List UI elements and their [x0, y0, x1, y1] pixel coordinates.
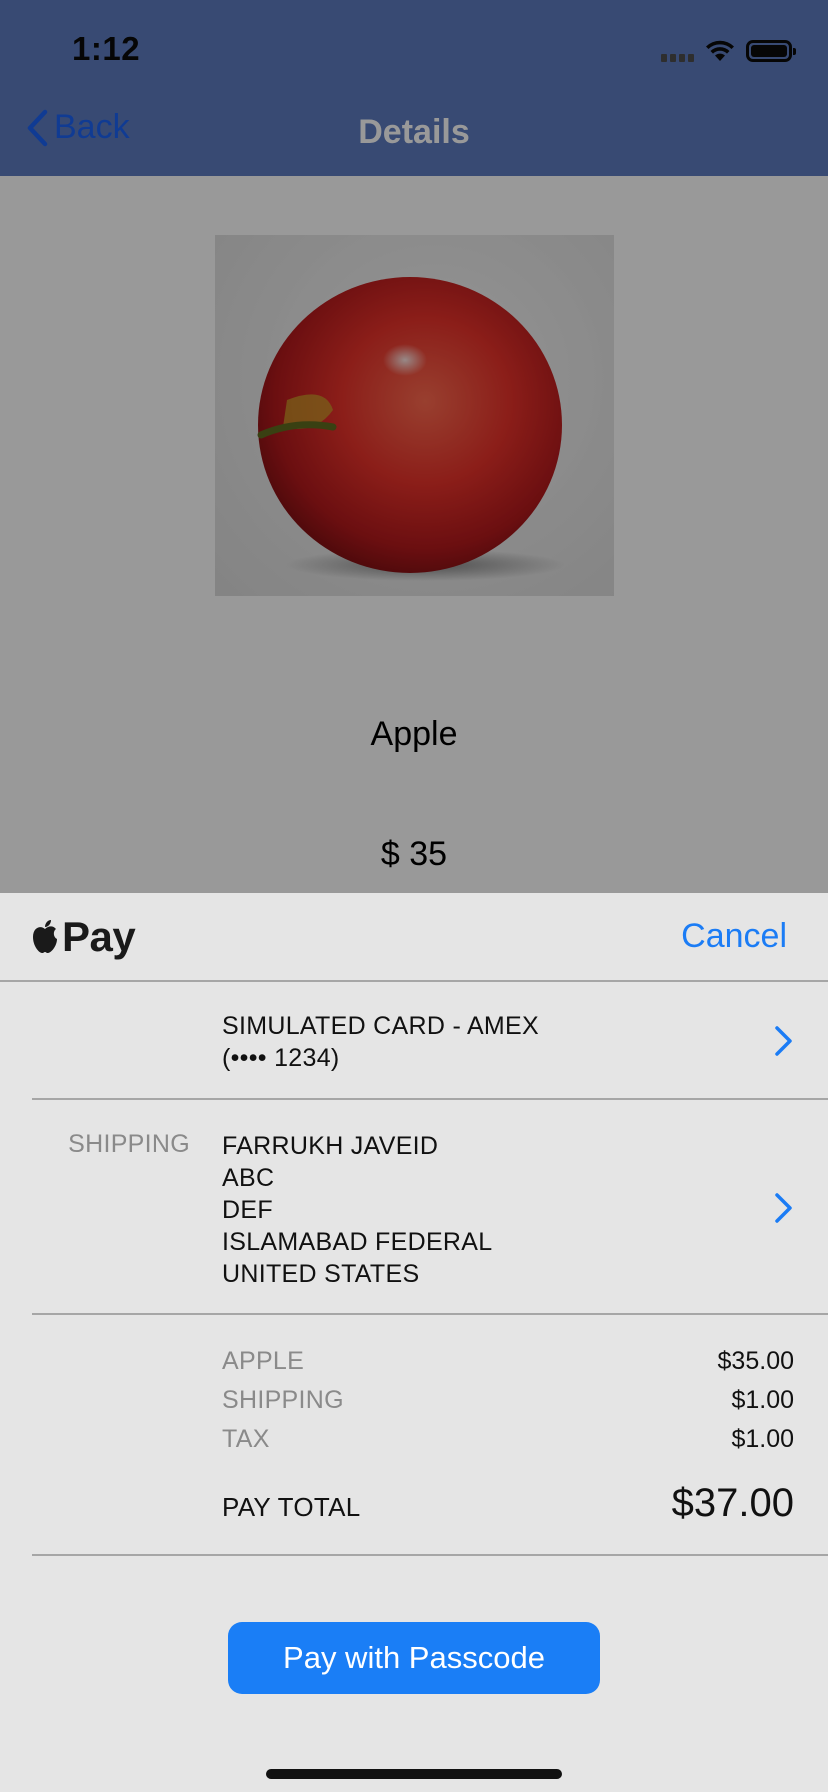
divider	[32, 1098, 828, 1100]
summary-value-apple: $35.00	[717, 1347, 794, 1375]
summary-label-shipping: SHIPPING	[222, 1386, 344, 1414]
shipping-label: SHIPPING	[68, 1130, 190, 1158]
pay-with-passcode-button[interactable]: Pay with Passcode	[228, 1622, 600, 1694]
card-name: SIMULATED CARD - AMEX	[222, 1012, 539, 1040]
cancel-button[interactable]: Cancel	[681, 917, 787, 956]
pay-total-value: $37.00	[671, 1481, 794, 1525]
shipping-address-line: ISLAMABAD FEDERAL	[222, 1228, 493, 1256]
apple-pay-label: Pay	[62, 913, 136, 960]
shipping-name: FARRUKH JAVEID	[222, 1132, 439, 1160]
card-number: (•••• 1234)	[222, 1044, 340, 1072]
apple-pay-logo: Pay	[30, 913, 136, 961]
divider	[0, 980, 828, 982]
chevron-right-icon	[775, 1026, 792, 1056]
summary-label-apple: APPLE	[222, 1347, 305, 1375]
home-indicator	[266, 1769, 562, 1779]
chevron-right-icon	[775, 1193, 792, 1223]
divider	[32, 1554, 828, 1556]
apple-pay-sheet: Pay Cancel SIMULATED CARD - AMEX (•••• 1…	[0, 893, 828, 1792]
summary-label-tax: TAX	[222, 1425, 270, 1453]
apple-logo-icon	[33, 920, 57, 953]
shipping-address-line: DEF	[222, 1196, 273, 1224]
shipping-country: UNITED STATES	[222, 1260, 420, 1288]
divider	[32, 1313, 828, 1315]
pay-total-label: PAY TOTAL	[222, 1492, 361, 1522]
sheet-header: Pay Cancel	[0, 893, 828, 981]
summary-value-shipping: $1.00	[731, 1386, 794, 1414]
shipping-address-line: ABC	[222, 1164, 275, 1192]
summary-value-tax: $1.00	[731, 1425, 794, 1453]
